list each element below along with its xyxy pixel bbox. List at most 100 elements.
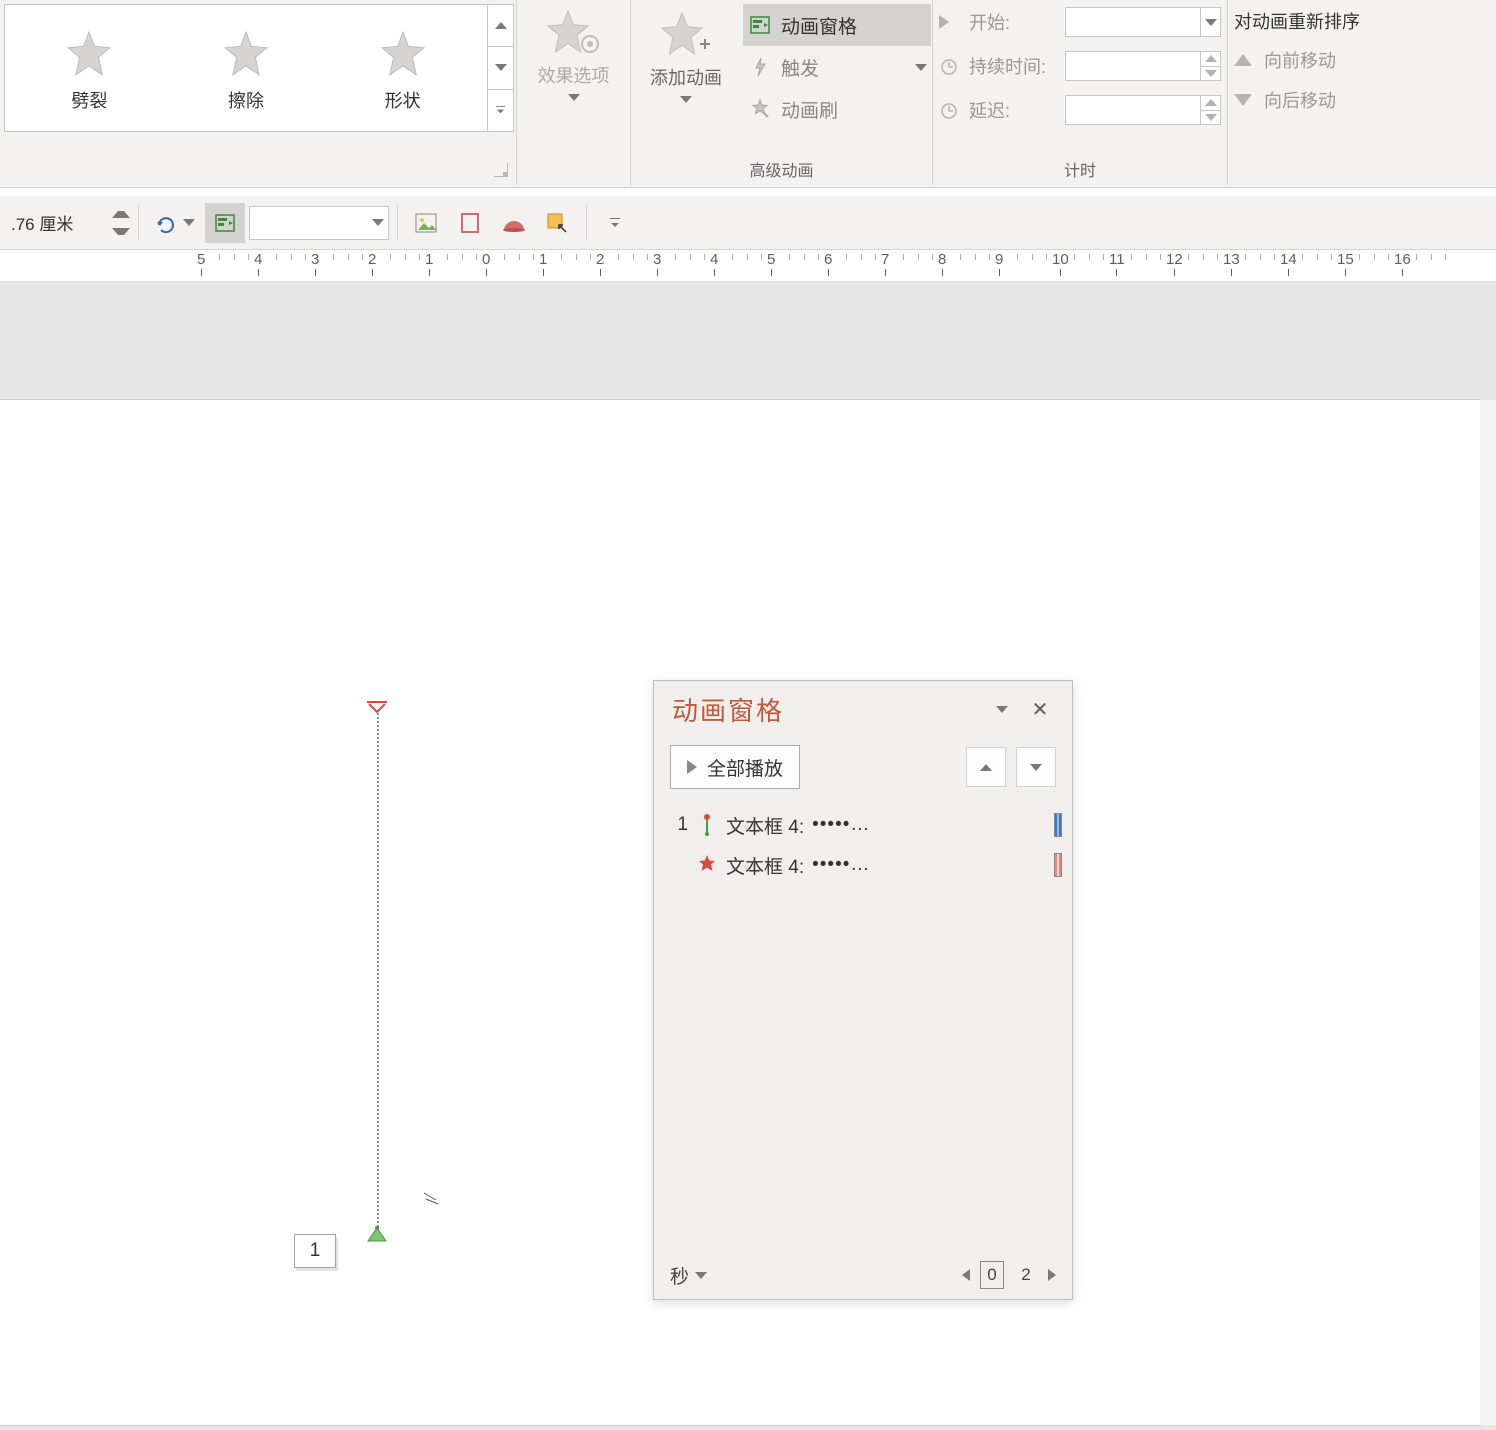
spin-up[interactable] <box>1200 96 1220 111</box>
item-type-icon <box>696 854 718 876</box>
advanced-animation-group: 添加动画 动画窗格 触发 动画刷 <box>631 0 933 185</box>
dropdown-caret-icon <box>695 1272 707 1279</box>
add-animation-label: 添加动画 <box>650 64 722 90</box>
ruler-tick: 1 <box>425 250 433 281</box>
seconds-label: 秒 <box>670 1262 689 1289</box>
painter-icon <box>747 98 773 120</box>
animation-wipe[interactable]: 擦除 <box>175 23 317 113</box>
ruler-tick: 5 <box>197 250 205 281</box>
effect-options-group: 效果选项 <box>517 0 631 185</box>
rotate-button[interactable] <box>147 203 201 243</box>
ruler-tick: 10 <box>1052 250 1069 281</box>
clock-icon <box>939 100 963 120</box>
add-animation-button[interactable]: 添加动画 <box>631 2 741 142</box>
ruler-tick: 4 <box>710 250 718 281</box>
effect-options-label: 效果选项 <box>538 62 610 88</box>
lamp-icon <box>500 212 528 234</box>
animation-item[interactable]: 1文本框 4:•••••… <box>668 805 1062 845</box>
gallery-more-button[interactable] <box>488 90 513 131</box>
animation-pane-title: 动画窗格 <box>672 691 988 728</box>
animation-painter-button[interactable]: 动画刷 <box>743 88 931 130</box>
quick-access-toolbar: .76 厘米 <box>0 196 1496 250</box>
dropdown-button[interactable] <box>1200 8 1220 36</box>
advanced-group-label: 高级动画 <box>631 157 932 181</box>
overflow-button[interactable] <box>595 203 635 243</box>
pane-icon <box>747 15 773 35</box>
slide-edge-shadow <box>1480 400 1496 1425</box>
item-number: 1 <box>668 814 688 836</box>
select-button[interactable] <box>538 203 578 243</box>
picture-button[interactable] <box>406 203 446 243</box>
ruler-tick: 11 <box>1109 250 1125 281</box>
horizontal-ruler: 54321012345678910111213141516 <box>0 250 1496 282</box>
ruler-tick: 13 <box>1223 250 1240 281</box>
size-spin-down[interactable] <box>112 223 130 240</box>
motion-path-line <box>377 710 379 1230</box>
spin-up[interactable] <box>1200 52 1220 67</box>
animation-split[interactable]: 劈裂 <box>18 23 160 113</box>
add-animation-icon <box>658 10 714 58</box>
start-input[interactable] <box>1065 7 1221 37</box>
animation-pane-button[interactable]: 动画窗格 <box>743 4 931 46</box>
trigger-label: 触发 <box>781 54 907 81</box>
delay-label: 延迟: <box>969 97 1059 123</box>
move-down-button[interactable] <box>1016 747 1056 787</box>
close-button[interactable]: ✕ <box>1026 695 1054 723</box>
item-dots: •••••… <box>812 854 1046 876</box>
timeline-tick: 0 <box>980 1261 1004 1289</box>
animation-shape[interactable]: 形状 <box>332 23 474 113</box>
ribbon: 劈裂 擦除 形状 <box>0 0 1496 188</box>
delay-input[interactable] <box>1065 95 1221 125</box>
item-name: 文本框 4: <box>726 812 804 839</box>
motion-end-marker-icon <box>366 700 388 714</box>
ruler-tick: 12 <box>1166 250 1183 281</box>
animation-list: 1文本框 4:•••••…文本框 4:•••••… <box>654 797 1072 893</box>
animation-pane-toggle[interactable] <box>205 203 245 243</box>
ruler-tick: 0 <box>482 250 490 281</box>
size-input[interactable]: .76 厘米 <box>4 206 108 240</box>
timeline-next-button[interactable] <box>1048 1269 1056 1281</box>
spin-down[interactable] <box>1200 111 1220 125</box>
reorder-group: 对动画重新排序 向前移动 向后移动 <box>1228 0 1492 185</box>
move-later-label: 向后移动 <box>1264 87 1336 113</box>
duration-input[interactable] <box>1065 51 1221 81</box>
font-combo[interactable] <box>249 206 389 240</box>
motion-path[interactable] <box>376 700 378 1240</box>
timeline-prev-button[interactable] <box>962 1269 970 1281</box>
item-duration-bar <box>1054 853 1062 877</box>
play-icon <box>687 760 697 774</box>
animation-pane-window[interactable]: 动画窗格 ✕ 全部播放 1文本框 4:•••••…文本框 4:•••••… 秒 … <box>653 680 1073 1300</box>
spin-down[interactable] <box>1200 67 1220 81</box>
cursor-mark-icon <box>422 1190 440 1206</box>
size-spin-up[interactable] <box>112 206 130 223</box>
dropdown-caret-icon <box>680 96 692 103</box>
move-up-button[interactable] <box>966 747 1006 787</box>
pane-options-button[interactable] <box>988 695 1016 723</box>
animation-label: 形状 <box>332 87 474 113</box>
clock-icon <box>939 56 963 76</box>
move-later-button[interactable]: 向后移动 <box>1228 80 1492 120</box>
start-icon <box>939 15 963 29</box>
star-icon <box>61 29 117 79</box>
lamp-button[interactable] <box>494 203 534 243</box>
dropdown-caret-icon <box>568 94 580 101</box>
play-all-button[interactable]: 全部播放 <box>670 745 800 789</box>
animation-item[interactable]: 文本框 4:•••••… <box>668 845 1062 885</box>
ruler-tick: 3 <box>653 250 661 281</box>
trigger-button[interactable]: 触发 <box>743 46 931 88</box>
painter-label: 动画刷 <box>781 96 927 123</box>
star-icon <box>218 29 274 79</box>
animation-number-tag[interactable]: 1 <box>294 1234 336 1268</box>
gallery-next-button[interactable] <box>488 47 513 89</box>
frame-button[interactable] <box>450 203 490 243</box>
animation-pane-label: 动画窗格 <box>781 12 927 39</box>
dialog-launcher[interactable] <box>494 163 508 177</box>
ruler-tick: 6 <box>824 250 832 281</box>
effect-options-icon <box>544 8 604 56</box>
gallery-prev-button[interactable] <box>488 5 513 47</box>
timeline-tick: 2 <box>1014 1261 1038 1289</box>
move-earlier-button[interactable]: 向前移动 <box>1228 40 1492 80</box>
ruler-tick: 7 <box>881 250 889 281</box>
duration-label: 持续时间: <box>969 53 1059 79</box>
effect-options-button[interactable]: 效果选项 <box>517 0 630 140</box>
